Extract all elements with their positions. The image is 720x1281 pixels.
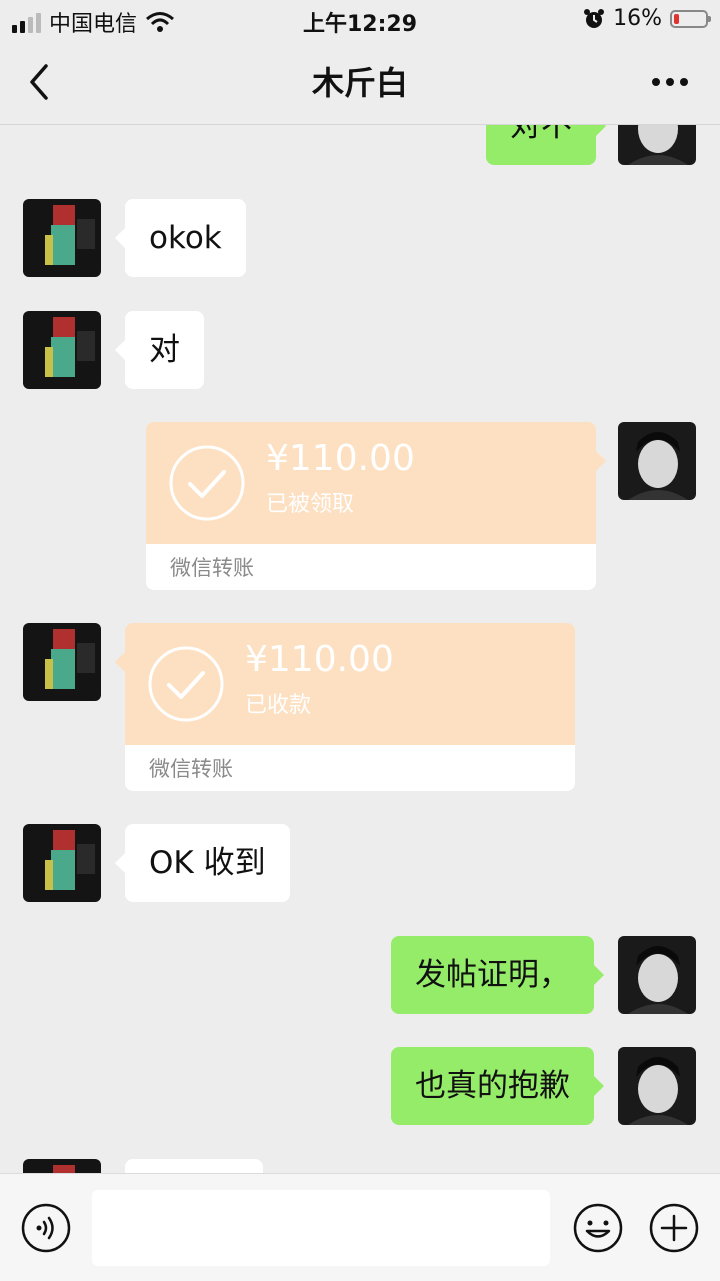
battery-icon <box>670 9 711 28</box>
status-bar: 中国电信 上午12:29 16% <box>0 0 720 40</box>
message-bubble-sent[interactable]: 对不 <box>486 125 606 165</box>
emoji-button[interactable] <box>572 1202 624 1254</box>
message-bubble-sent[interactable]: 发帖证明， <box>391 936 604 1014</box>
transfer-amount: ¥110.00 <box>266 438 415 479</box>
self-avatar[interactable] <box>618 422 696 500</box>
message-input[interactable] <box>92 1190 550 1266</box>
transfer-card[interactable]: ¥110.00 已收款 微信转账 <box>115 623 575 791</box>
more-dot <box>666 78 674 86</box>
input-bar <box>0 1173 720 1281</box>
voice-icon <box>21 1203 71 1253</box>
message-bubble-received[interactable]: OK 收到 <box>115 824 290 902</box>
status-right: 16% <box>583 6 711 31</box>
chat-messages[interactable]: 对不 okok 对 ¥110.00 已被领取 微信转账 ¥110.00 已收款 … <box>0 125 720 1173</box>
self-avatar[interactable] <box>618 936 696 1014</box>
contact-avatar[interactable] <box>23 824 101 902</box>
self-avatar[interactable] <box>618 125 696 165</box>
more-button[interactable] <box>650 62 690 102</box>
more-dot <box>652 78 660 86</box>
more-dot <box>680 78 688 86</box>
emoji-icon <box>573 1203 623 1253</box>
transfer-card[interactable]: ¥110.00 已被领取 微信转账 <box>146 422 606 590</box>
contact-avatar[interactable] <box>23 1159 101 1173</box>
contact-avatar[interactable] <box>23 199 101 277</box>
message-bubble-received[interactable] <box>125 1159 263 1173</box>
nav-bar: 木斤白 <box>0 40 720 125</box>
plus-icon <box>649 1203 699 1253</box>
transfer-label: 微信转账 <box>149 757 233 781</box>
battery-percent: 16% <box>613 6 662 31</box>
transfer-card-top: ¥110.00 已被领取 <box>146 422 606 544</box>
message-bubble-received[interactable]: okok <box>115 199 246 277</box>
transfer-card-top: ¥110.00 已收款 <box>115 623 575 745</box>
transfer-label: 微信转账 <box>170 556 254 580</box>
self-avatar[interactable] <box>618 1047 696 1125</box>
transfer-card-footer: 微信转账 <box>146 544 596 590</box>
check-circle-icon <box>169 445 245 521</box>
transfer-status: 已收款 <box>245 693 312 718</box>
chat-title: 木斤白 <box>311 64 408 102</box>
battery-level <box>674 13 679 24</box>
transfer-status: 已被领取 <box>266 492 355 517</box>
check-circle-icon <box>148 646 224 722</box>
voice-button[interactable] <box>20 1202 72 1254</box>
transfer-amount: ¥110.00 <box>245 639 394 680</box>
contact-avatar[interactable] <box>23 623 101 701</box>
alarm-icon <box>584 8 605 28</box>
transfer-card-footer: 微信转账 <box>125 745 575 791</box>
message-bubble-sent[interactable]: 也真的抱歉 <box>391 1047 604 1125</box>
contact-avatar[interactable] <box>23 311 101 389</box>
message-bubble-received[interactable]: 对 <box>115 311 204 389</box>
more-functions-button[interactable] <box>648 1202 700 1254</box>
